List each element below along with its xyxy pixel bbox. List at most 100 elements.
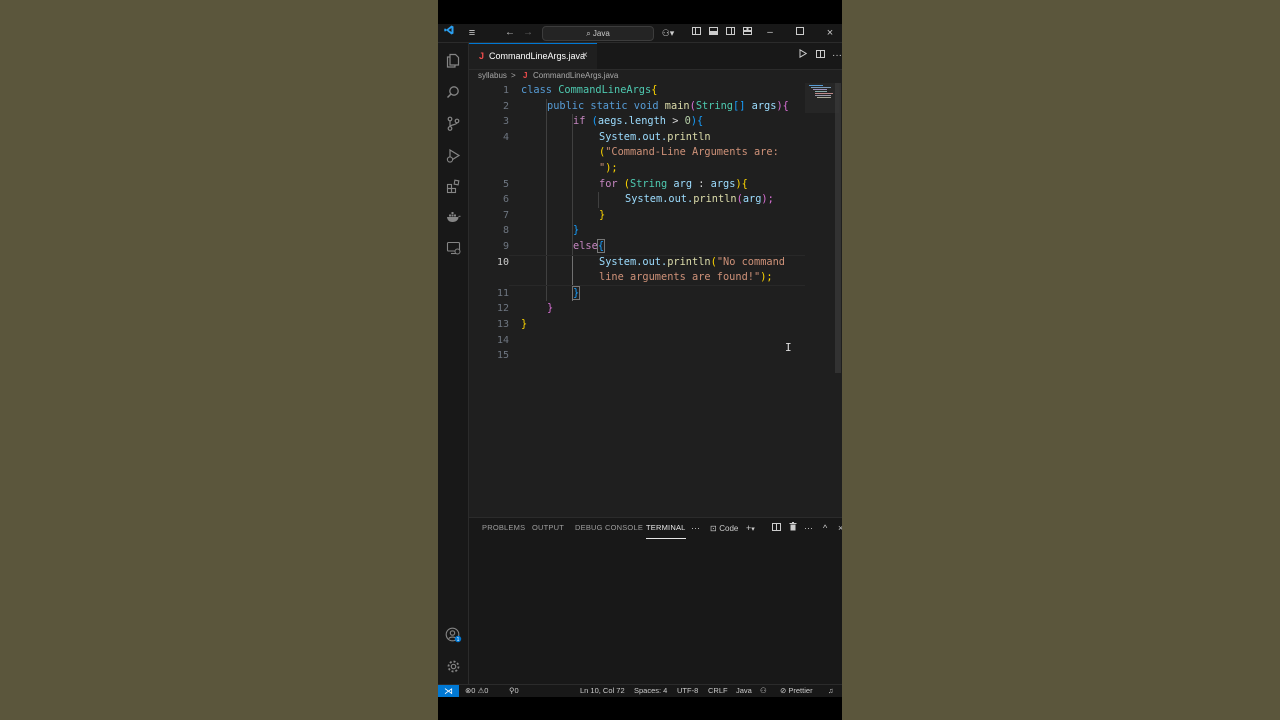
bottom-panel: PROBLEMS OUTPUT DEBUG CONSOLE TERMINAL ·… (469, 517, 842, 685)
new-terminal-icon[interactable]: +▾ (746, 518, 755, 538)
trash-icon[interactable] (789, 518, 797, 538)
code-line-10-wrap: line arguments are found!"); (599, 271, 773, 284)
command-center-search[interactable]: ⌕ Java (542, 26, 654, 41)
activity-bar: 1 (438, 43, 469, 684)
menu-icon[interactable]: ≡ (466, 24, 478, 42)
svg-text:1: 1 (456, 637, 459, 643)
code-line-12: } (547, 302, 554, 315)
prettier-status[interactable]: ⊘ Prettier (780, 685, 813, 697)
split-terminal-icon[interactable] (772, 518, 781, 538)
cursor-position[interactable]: Ln 10, Col 72 (580, 685, 625, 697)
code-line-4-wrap: ("Command-Line Arguments are: (599, 146, 779, 159)
copilot-icon[interactable]: ⚇▾ (660, 24, 676, 42)
code-line-6: System.out.println(arg); (625, 193, 774, 206)
code-line-8: } (573, 224, 580, 237)
vscode-window: ≡ ← → ⌕ Java ⚇▾ – × 1 J CommandLineArgs.… (438, 24, 842, 697)
ports-indicator[interactable]: ⚲0 (509, 685, 519, 697)
remote-indicator-icon[interactable]: ⋊ (438, 685, 459, 697)
warning-count: 0 (484, 686, 489, 695)
problems-indicator[interactable]: ⊗0 ⚠0 (465, 685, 488, 697)
extensions-icon[interactable] (444, 177, 462, 195)
panel-more-tabs-icon[interactable]: ··· (691, 518, 700, 538)
text-cursor-icon: I (785, 341, 792, 354)
error-count: 0 (471, 686, 476, 695)
terminal-name: Code (719, 524, 739, 533)
code-line-4-wrap: "); (599, 162, 618, 174)
code-line-13: } (521, 318, 528, 330)
close-window-icon[interactable]: × (824, 24, 836, 42)
maximize-panel-icon[interactable]: ^ (823, 518, 827, 538)
java-file-icon: J (523, 71, 528, 80)
line-number: 4 (502, 131, 509, 143)
code-line-3: if (aegs.length > 0){ (573, 115, 704, 128)
tab-problems[interactable]: PROBLEMS (482, 518, 525, 538)
more-actions-icon[interactable]: ··· (832, 43, 842, 69)
accounts-icon[interactable]: 1 (444, 626, 462, 644)
line-number: 3 (502, 116, 509, 128)
tab-output[interactable]: OUTPUT (532, 518, 564, 538)
line-number: 12 (496, 303, 509, 315)
tab-filename: CommandLineArgs.java (489, 51, 586, 61)
run-icon[interactable] (799, 43, 808, 69)
remote-explorer-icon[interactable] (444, 239, 462, 257)
tab-terminal[interactable]: TERMINAL (646, 518, 686, 539)
editor-scrollbar[interactable] (835, 83, 841, 373)
source-control-icon[interactable] (444, 114, 462, 132)
code-line-10: System.out.println("No command (599, 255, 786, 268)
customize-layout-icon[interactable] (741, 24, 753, 42)
line-number: 14 (496, 334, 509, 346)
code-line-5: for (String arg : args){ (599, 177, 748, 190)
panel-more-actions-icon[interactable]: ··· (804, 518, 813, 538)
code-line-2: public static void main(String[] args){ (547, 99, 789, 112)
breadcrumb-folder[interactable]: syllabus (478, 69, 507, 83)
line-number: 7 (502, 209, 509, 221)
close-tab-icon[interactable]: × (582, 44, 588, 68)
code-line-1: class CommandLineArgs{ (521, 84, 658, 96)
terminal-icon: ⊡ (710, 524, 717, 533)
indentation[interactable]: Spaces: 4 (634, 685, 667, 697)
video-frame: ≡ ← → ⌕ Java ⚇▾ – × 1 J CommandLineArgs.… (438, 0, 842, 720)
editor-tab-bar: J CommandLineArgs.java × ··· (469, 43, 842, 70)
line-number: 13 (496, 319, 509, 330)
end-of-line[interactable]: CRLF (708, 685, 728, 697)
settings-gear-icon[interactable] (444, 657, 462, 675)
encoding[interactable]: UTF-8 (677, 685, 698, 697)
back-arrow-icon[interactable]: ← (504, 24, 516, 42)
double-check-icon: ⊘ (780, 686, 787, 695)
terminal-instance[interactable]: ⊡ Code (710, 518, 738, 538)
java-file-icon: J (479, 51, 485, 61)
docker-icon[interactable] (444, 208, 462, 226)
line-number: 15 (496, 350, 509, 362)
line-number: 2 (502, 100, 509, 112)
indent-guide (598, 192, 599, 208)
toggle-panel-icon[interactable] (707, 24, 719, 42)
title-bar: ≡ ← → ⌕ Java ⚇▾ – × (438, 24, 842, 43)
breadcrumb-separator: > (511, 71, 516, 80)
explorer-icon[interactable] (444, 51, 462, 69)
forward-arrow-icon[interactable]: → (522, 24, 534, 42)
code-editor[interactable]: 1 2 3 4 5 6 7 8 9 10 11 12 13 14 15 clas… (469, 83, 842, 521)
line-number: 6 (502, 194, 509, 206)
search-label: Java (592, 29, 610, 38)
toggle-secondary-sidebar-icon[interactable] (724, 24, 736, 42)
close-panel-icon[interactable]: × (838, 518, 842, 538)
tab-debug-console[interactable]: DEBUG CONSOLE (575, 518, 643, 538)
code-line-11: } (571, 285, 581, 300)
tab-commandlineargs-java[interactable]: J CommandLineArgs.java × (469, 43, 597, 69)
search-icon[interactable] (444, 83, 462, 101)
minimap[interactable] (805, 83, 839, 113)
copilot-status-icon[interactable]: ⚇ (760, 685, 767, 697)
vscode-logo-icon (443, 24, 455, 42)
minimize-icon[interactable]: – (764, 24, 776, 42)
split-editor-icon[interactable] (816, 43, 825, 69)
notifications-bell-icon[interactable]: ♫ (828, 685, 834, 697)
run-debug-icon[interactable] (444, 146, 462, 164)
maximize-icon[interactable] (794, 24, 806, 42)
prettier-label: Prettier (788, 686, 813, 695)
breadcrumb: syllabus > J CommandLineArgs.java (469, 69, 842, 83)
breadcrumb-file[interactable]: CommandLineArgs.java (533, 69, 618, 83)
toggle-primary-sidebar-icon[interactable] (690, 24, 702, 42)
line-number: 8 (502, 225, 509, 237)
language-mode[interactable]: Java (736, 685, 752, 697)
line-number: 11 (496, 287, 509, 299)
